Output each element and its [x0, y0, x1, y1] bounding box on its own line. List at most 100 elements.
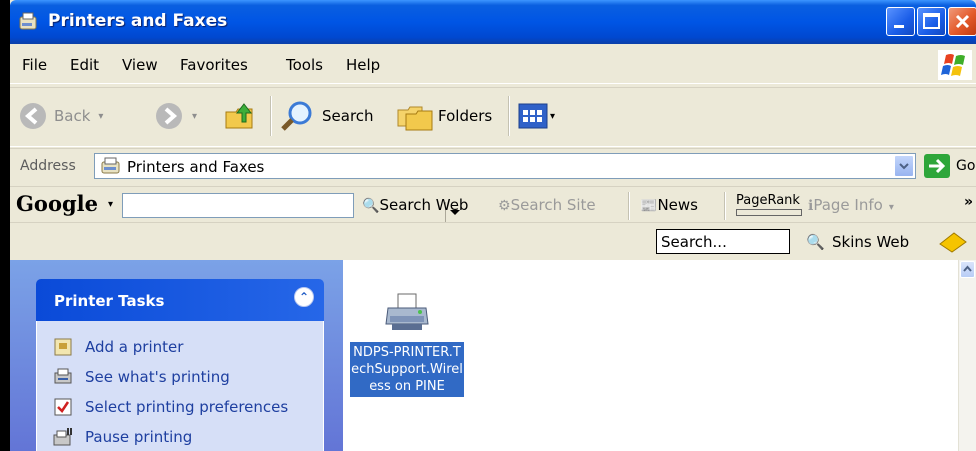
- scroll-up-button[interactable]: [960, 261, 975, 278]
- site-search-icon: ⚙: [498, 198, 511, 214]
- menu-help[interactable]: Help: [346, 56, 380, 74]
- page-info-button[interactable]: ℹPage Info ▾: [808, 196, 894, 214]
- maximize-button[interactable]: [917, 7, 946, 36]
- toolbar-separator: [508, 96, 510, 136]
- views-button[interactable]: ▾: [518, 102, 555, 130]
- chevron-down-icon: [899, 163, 909, 170]
- windows-logo-icon: [938, 50, 972, 80]
- menu-view[interactable]: View: [122, 56, 158, 74]
- folders-label: Folders: [438, 107, 493, 125]
- minimize-icon: [894, 25, 904, 28]
- task-label: See what's printing: [85, 368, 230, 386]
- task-label: Add a printer: [85, 338, 184, 356]
- task-add-printer[interactable]: Add a printer: [53, 337, 183, 357]
- maximize-icon: [923, 13, 940, 29]
- google-logo[interactable]: Google: [16, 191, 98, 216]
- content-area: Printer Tasks ⌃ Add a printer See what's…: [10, 260, 976, 451]
- search-web-label: Search Web: [379, 196, 469, 214]
- menu-favorites[interactable]: Favorites: [180, 56, 248, 74]
- printer-tasks-title: Printer Tasks: [54, 292, 165, 310]
- collapse-icon[interactable]: ⌃: [294, 287, 314, 307]
- printer-tasks-header[interactable]: Printer Tasks ⌃: [36, 279, 324, 321]
- google-search-input[interactable]: [122, 193, 465, 223]
- pagerank-label: PageRank: [736, 193, 800, 208]
- back-dropdown-icon: ▾: [98, 110, 104, 122]
- close-icon: [955, 14, 970, 29]
- menu-tools[interactable]: Tools: [286, 56, 323, 74]
- forward-dropdown-icon: ▾: [192, 110, 198, 122]
- printer-item[interactable]: NDPS-PRINTER.TechSupport.Wireless on PIN…: [350, 292, 464, 397]
- skins-toolbar: 🔍 Skins Web: [10, 222, 976, 259]
- go-button[interactable]: [924, 154, 950, 178]
- close-button[interactable]: [948, 7, 976, 36]
- news-icon: 📰: [640, 198, 658, 214]
- go-arrow-icon: [929, 158, 946, 174]
- vertical-scrollbar[interactable]: [958, 260, 976, 451]
- go-label[interactable]: Go: [956, 158, 975, 174]
- task-label: Select printing preferences: [85, 398, 289, 416]
- address-value: Printers and Faxes: [127, 158, 265, 176]
- search-button[interactable]: Search: [280, 100, 374, 132]
- binoculars-icon: 🔍: [362, 198, 380, 214]
- printer-name: NDPS-PRINTER.TechSupport.Wireless on PIN…: [350, 342, 464, 397]
- folders-button[interactable]: Folders: [396, 100, 492, 132]
- back-arrow-icon: [20, 103, 46, 129]
- task-pane: Printer Tasks ⌃ Add a printer See what's…: [10, 260, 343, 451]
- news-label: News: [657, 196, 698, 214]
- address-label: Address: [20, 158, 76, 174]
- menu-edit[interactable]: Edit: [70, 56, 99, 74]
- chevron-down-icon: ▾: [888, 202, 894, 213]
- task-pause-printing[interactable]: Pause printing: [53, 427, 192, 447]
- back-label: Back: [54, 107, 91, 125]
- search-site-button[interactable]: ⚙Search Site: [498, 196, 596, 214]
- forward-arrow-icon: [156, 103, 182, 129]
- magnifier-icon[interactable]: 🔍: [806, 233, 825, 251]
- views-icon: [518, 103, 548, 129]
- search-icon: [281, 101, 312, 131]
- printers-folder-icon: [101, 157, 120, 174]
- skins-logo-icon[interactable]: [938, 230, 968, 254]
- address-bar: Address Printers and Faxes Go: [10, 148, 976, 185]
- window-title: Printers and Faxes: [48, 11, 228, 31]
- task-see-printing[interactable]: See what's printing: [53, 367, 230, 387]
- up-folder-icon: [225, 103, 253, 129]
- skins-web-label[interactable]: Skins Web: [832, 233, 909, 251]
- toolbar-separator: [270, 96, 272, 136]
- search-web-button[interactable]: 🔍Search Web: [362, 196, 468, 214]
- standard-toolbar: Back ▾ ▾ Search Folders ▾: [10, 87, 976, 147]
- chevron-right-icon[interactable]: »: [964, 194, 973, 210]
- task-printing-preferences[interactable]: Select printing preferences: [53, 397, 288, 417]
- address-field[interactable]: Printers and Faxes: [94, 153, 916, 179]
- menu-file[interactable]: File: [22, 56, 47, 74]
- address-dropdown-button[interactable]: [894, 155, 914, 177]
- menu-bar: File Edit View Favorites Tools Help: [10, 47, 976, 84]
- task-label: Pause printing: [85, 428, 193, 446]
- print-queue-icon: [54, 368, 72, 384]
- forward-button[interactable]: ▾: [154, 101, 197, 131]
- search-site-label: Search Site: [510, 196, 596, 214]
- pagerank-bar: [736, 209, 802, 216]
- network-printer-icon: [385, 293, 429, 330]
- chevron-up-icon: [963, 265, 972, 272]
- pause-printer-icon: [53, 428, 72, 446]
- explorer-window: Printers and Faxes File Edit View Favori…: [10, 0, 976, 451]
- up-folder-button[interactable]: [224, 100, 258, 132]
- page-info-label: Page Info: [813, 196, 883, 214]
- skins-search-input[interactable]: [656, 229, 790, 254]
- folders-icon: [397, 106, 433, 131]
- toolbar-separator: [724, 192, 726, 220]
- printer-tasks-body: Add a printer See what's printing Select…: [36, 321, 324, 451]
- add-printer-icon: [54, 338, 72, 356]
- minimize-button[interactable]: [886, 7, 915, 36]
- printers-folder-icon: [19, 12, 37, 30]
- title-bar[interactable]: Printers and Faxes: [10, 0, 976, 44]
- preferences-checkbox-icon: [54, 398, 72, 416]
- views-dropdown-icon: ▾: [550, 110, 556, 122]
- back-button[interactable]: Back ▾: [18, 101, 103, 131]
- pagerank-indicator[interactable]: PageRank: [736, 193, 802, 216]
- search-label: Search: [322, 107, 374, 125]
- toolbar-separator: [628, 192, 630, 220]
- news-button[interactable]: 📰News: [640, 196, 698, 214]
- google-menu-dropdown-icon[interactable]: ▾: [108, 199, 113, 210]
- google-toolbar: Google ▾ 🔍Search Web ⚙Search Site 📰News …: [10, 186, 976, 223]
